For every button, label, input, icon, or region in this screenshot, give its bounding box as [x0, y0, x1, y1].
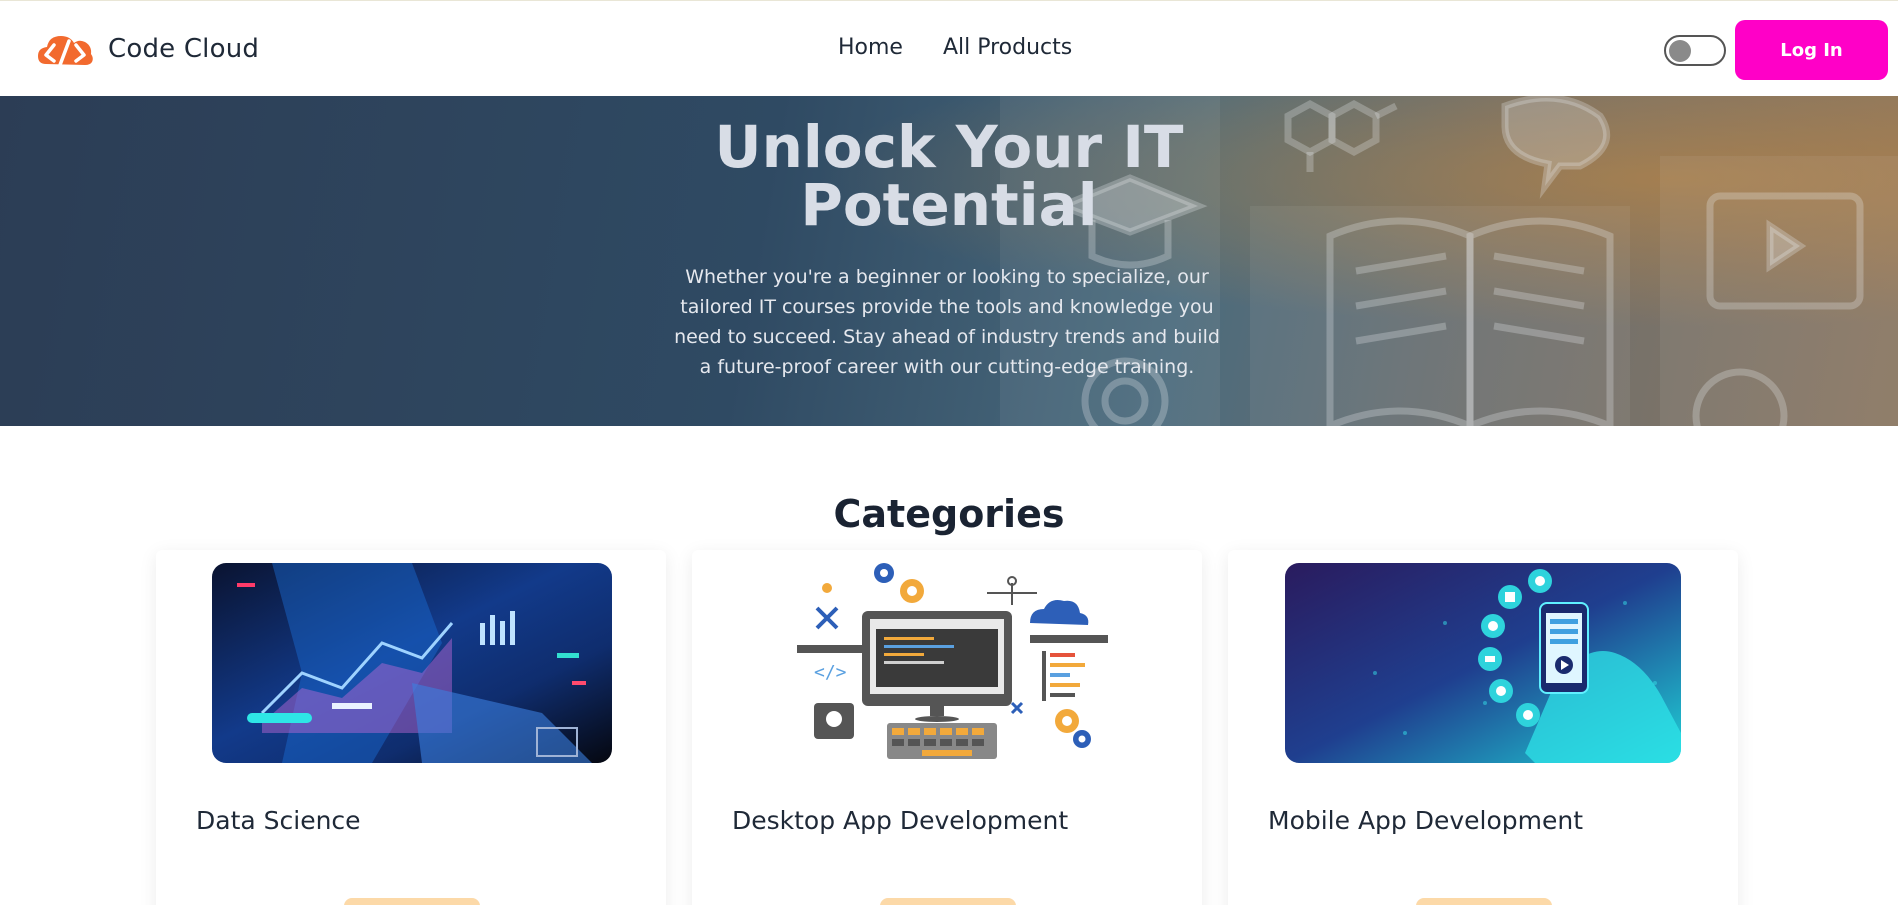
category-button[interactable]	[344, 898, 480, 905]
brand[interactable]: Code Cloud	[36, 28, 259, 70]
category-card-data-science[interactable]: Data Science	[156, 550, 666, 905]
main-nav: Home All Products	[838, 35, 1072, 60]
category-card-mobile-app-development[interactable]: Mobile App Development	[1228, 550, 1738, 905]
hero-title-line-2: Potential	[800, 171, 1098, 239]
category-label: Data Science	[196, 806, 361, 835]
brand-name: Code Cloud	[108, 34, 260, 64]
hero-title: Unlock Your IT Potential	[0, 118, 1898, 234]
svg-text:</>: </>	[814, 662, 847, 683]
category-card-desktop-app-development[interactable]: </> Desktop App Development	[692, 550, 1202, 905]
category-button[interactable]	[1416, 898, 1552, 905]
toggle-knob	[1669, 40, 1691, 62]
login-button[interactable]: Log In	[1735, 20, 1888, 80]
category-label: Desktop App Development	[732, 806, 1069, 835]
cloud-code-logo-icon	[38, 36, 93, 67]
nav-all-products[interactable]: All Products	[943, 35, 1072, 60]
hero-description: Whether you're a beginner or looking to …	[674, 266, 1220, 378]
categories-heading: Categories	[833, 492, 1065, 536]
top-navbar: Code Cloud Home All Products Log In	[0, 0, 1898, 96]
category-button[interactable]	[880, 898, 1016, 905]
hero-title-line-1: Unlock Your IT	[714, 113, 1184, 181]
mobile-app-development-image	[1285, 563, 1681, 763]
category-label: Mobile App Development	[1268, 806, 1584, 835]
desktop-app-development-image: </>	[772, 563, 1122, 763]
nav-home[interactable]: Home	[838, 35, 903, 60]
hero-banner: Unlock Your IT Potential Whether you're …	[0, 96, 1898, 426]
data-science-image	[212, 563, 612, 763]
theme-toggle[interactable]	[1664, 35, 1726, 66]
